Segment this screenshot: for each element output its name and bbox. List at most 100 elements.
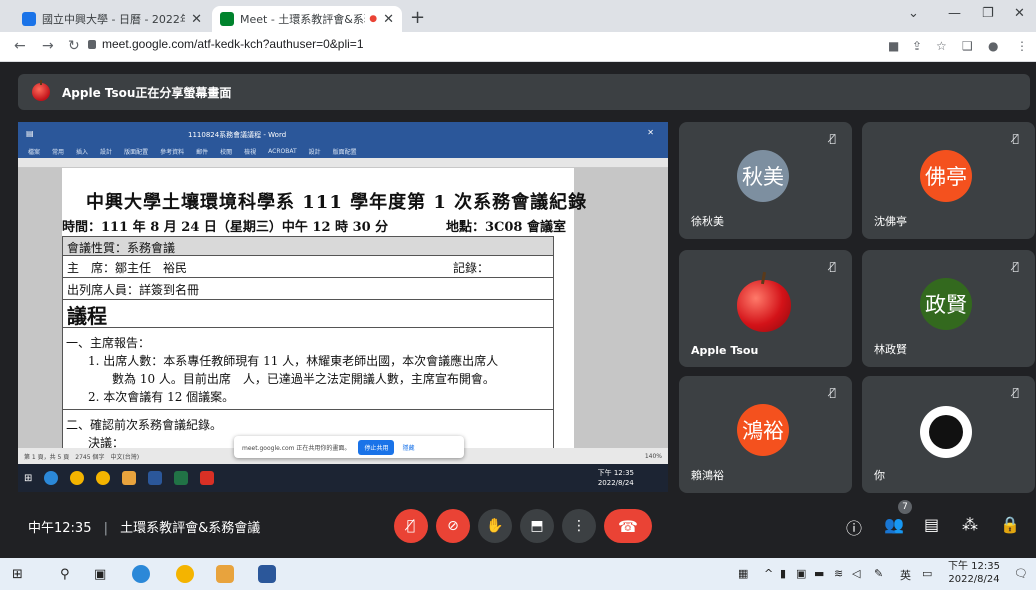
participant-tile[interactable]: 🎙̸ 秋美 徐秋美	[679, 122, 852, 239]
ribbon-tab[interactable]: 校閱	[220, 147, 232, 156]
windows-start-icon[interactable]: ⊞	[12, 567, 23, 582]
doc-place: 地點：3C08 會議室	[445, 220, 566, 235]
self-tile[interactable]: 🎙̸ 你	[862, 376, 1035, 493]
meet-icon	[220, 12, 234, 26]
profile-icon[interactable]: ●	[988, 39, 998, 53]
extension-icon[interactable]: ■	[888, 39, 899, 53]
minimize-button[interactable]: —	[948, 6, 961, 21]
avatar: 鴻裕	[737, 404, 789, 456]
save-icon[interactable]: ▤	[26, 129, 34, 138]
ribbon-tab[interactable]: 郵件	[196, 147, 208, 156]
star-icon[interactable]: ☆	[936, 39, 947, 53]
avatar: 佛亭	[920, 150, 972, 202]
activities-icon[interactable]: ⁂	[962, 515, 978, 534]
more-options-button[interactable]: ⋮	[562, 509, 596, 543]
back-icon[interactable]: ←	[14, 38, 26, 54]
address-bar[interactable]: meet.google.com/atf-kedk-kch?authuser=0&…	[102, 37, 364, 51]
task-view-icon[interactable]: ▣	[94, 567, 106, 582]
taskbar-clock[interactable]: 下午 12:35 2022/8/24	[948, 560, 1000, 586]
ribbon-tab[interactable]: 插入	[76, 147, 88, 156]
keyboard-icon[interactable]: ▭	[922, 567, 932, 580]
doc-report-1b: 數為 10 人。目前出席 人，已達過半之法定開議人數，主席宣布開會。	[112, 372, 495, 386]
browser-tab-calendar[interactable]: 國立中興大學 - 日曆 - 2022年8月… ✕	[14, 6, 210, 32]
present-screen-button[interactable]: ⬒	[520, 509, 554, 543]
participant-tile[interactable]: 🎙̸ 鴻裕 賴鴻裕	[679, 376, 852, 493]
new-tab-button[interactable]: +	[410, 7, 425, 28]
reload-icon[interactable]: ↻	[68, 38, 80, 54]
participant-tile[interactable]: 🎙̸ Apple Tsou	[679, 250, 852, 367]
hide-notice-button[interactable]: 隱藏	[402, 443, 414, 452]
word-zoom[interactable]: 140%	[645, 453, 662, 460]
ime-icon[interactable]: ▦	[738, 567, 748, 580]
browser-tab-strip: 國立中興大學 - 日曆 - 2022年8月… ✕ Meet - 土環系教評會&系…	[0, 0, 1036, 32]
shared-screen[interactable]: ▤ 1110824系務會議議程 - Word ✕ 檔案 常用 插入 設計 版面配…	[18, 122, 668, 492]
ribbon-tab[interactable]: 檔案	[28, 147, 40, 156]
usb-icon[interactable]: ▮	[780, 567, 786, 580]
menu-icon[interactable]: ⋮	[1016, 39, 1028, 53]
camera-off-button[interactable]: ⊘	[436, 509, 470, 543]
wifi-icon[interactable]: ≋	[834, 567, 843, 580]
chevron-up-icon[interactable]: ^	[764, 567, 773, 580]
forward-icon[interactable]: →	[42, 38, 54, 54]
search-icon[interactable]: ⚲	[60, 567, 70, 582]
ime-language[interactable]: 英	[900, 567, 911, 583]
participant-name: 你	[874, 469, 885, 482]
chrome-icon[interactable]	[176, 565, 194, 583]
doc-attendees: 出列席人員：詳簽到名冊	[62, 278, 554, 300]
restore-button[interactable]: ❐	[982, 6, 994, 21]
edge-icon	[44, 471, 59, 485]
notification-icon[interactable]: 🗨	[1014, 567, 1028, 580]
raise-hand-button[interactable]: ✋	[478, 509, 512, 543]
chevron-down-icon[interactable]: ⌄	[908, 6, 919, 21]
close-tab-icon[interactable]: ✕	[383, 12, 394, 27]
ribbon-tab[interactable]: 檢視	[244, 147, 256, 156]
browser-toolbar: ← → ↻ meet.google.com/atf-kedk-kch?authu…	[0, 32, 1036, 62]
pen-icon[interactable]: ✎	[874, 567, 883, 580]
app-tray-icon[interactable]: ▣	[796, 567, 806, 580]
word-icon[interactable]	[258, 565, 276, 583]
avatar: 秋美	[737, 150, 789, 202]
browser-tab-meet[interactable]: Meet - 土環系教評會&系務… ● ✕	[212, 6, 402, 32]
participant-name: 賴鴻裕	[691, 469, 724, 482]
ribbon-tab[interactable]: 版面配置	[124, 147, 148, 156]
stop-sharing-button[interactable]: 停止共用	[358, 439, 395, 455]
mic-off-icon: 🎙̸	[1012, 260, 1019, 273]
doc-report-heading: 一、主席報告：	[66, 336, 151, 350]
sharing-notice: meet.google.com 正在共用你的畫面。 停止共用 隱藏	[234, 436, 464, 458]
share-icon[interactable]: ⇪	[912, 39, 922, 53]
word-ruler	[18, 158, 668, 168]
edge-icon[interactable]	[132, 565, 150, 583]
file-explorer-icon[interactable]	[216, 565, 234, 583]
shared-clock-time: 下午 12:35	[597, 469, 634, 477]
people-icon[interactable]: 👥	[884, 515, 904, 534]
ribbon-tab[interactable]: 參考資料	[160, 147, 184, 156]
word-status-text: 第 1 頁，共 5 頁 2745 個字 中文(台灣)	[24, 453, 140, 461]
close-tab-icon[interactable]: ✕	[191, 12, 202, 27]
calendar-icon	[22, 12, 36, 26]
participant-tile[interactable]: 🎙̸ 佛亭 沈佛亭	[862, 122, 1035, 239]
ribbon-tab[interactable]: 設計	[309, 147, 321, 156]
chat-icon[interactable]: ▤	[924, 515, 939, 534]
meeting-name: 土環系教評會&系務會議	[120, 521, 261, 536]
mic-off-button[interactable]: 🎙̸	[394, 509, 428, 543]
sidebar-icon[interactable]: ❑	[962, 39, 973, 53]
doc-report-1: 1. 出席人數：本系專任教師現有 11 人，林耀東老師出國，本次會議應出席人	[88, 354, 499, 368]
chrome-icon	[70, 471, 85, 485]
close-window-button[interactable]: ✕	[1014, 6, 1025, 21]
participant-tile[interactable]: 🎙̸ 政賢 林政賢	[862, 250, 1035, 367]
ribbon-tab[interactable]: 常用	[52, 147, 64, 156]
meeting-details-icon[interactable]: ⓘ	[846, 515, 862, 539]
ribbon-tab[interactable]: 設計	[100, 147, 112, 156]
word-title-bar: ▤ 1110824系務會議議程 - Word ✕	[18, 122, 668, 144]
doc-recorder: 記錄：	[453, 261, 490, 275]
volume-icon[interactable]: ◁	[852, 567, 860, 580]
word-ribbon: 檔案 常用 插入 設計 版面配置 參考資料 郵件 校閱 檢視 ACROBAT 設…	[18, 144, 668, 158]
shared-taskbar: ⊞ 下午 12:35 2022/8/24	[18, 464, 668, 492]
battery-icon[interactable]: ▬	[814, 567, 824, 580]
windows-start-icon: ⊞	[24, 472, 33, 484]
leave-call-button[interactable]: ☎	[604, 509, 652, 543]
word-close-icon[interactable]: ✕	[647, 128, 654, 137]
ribbon-tab[interactable]: 版面配置	[333, 147, 357, 156]
ribbon-tab[interactable]: ACROBAT	[268, 148, 297, 155]
host-controls-icon[interactable]: 🔒	[1000, 515, 1020, 534]
